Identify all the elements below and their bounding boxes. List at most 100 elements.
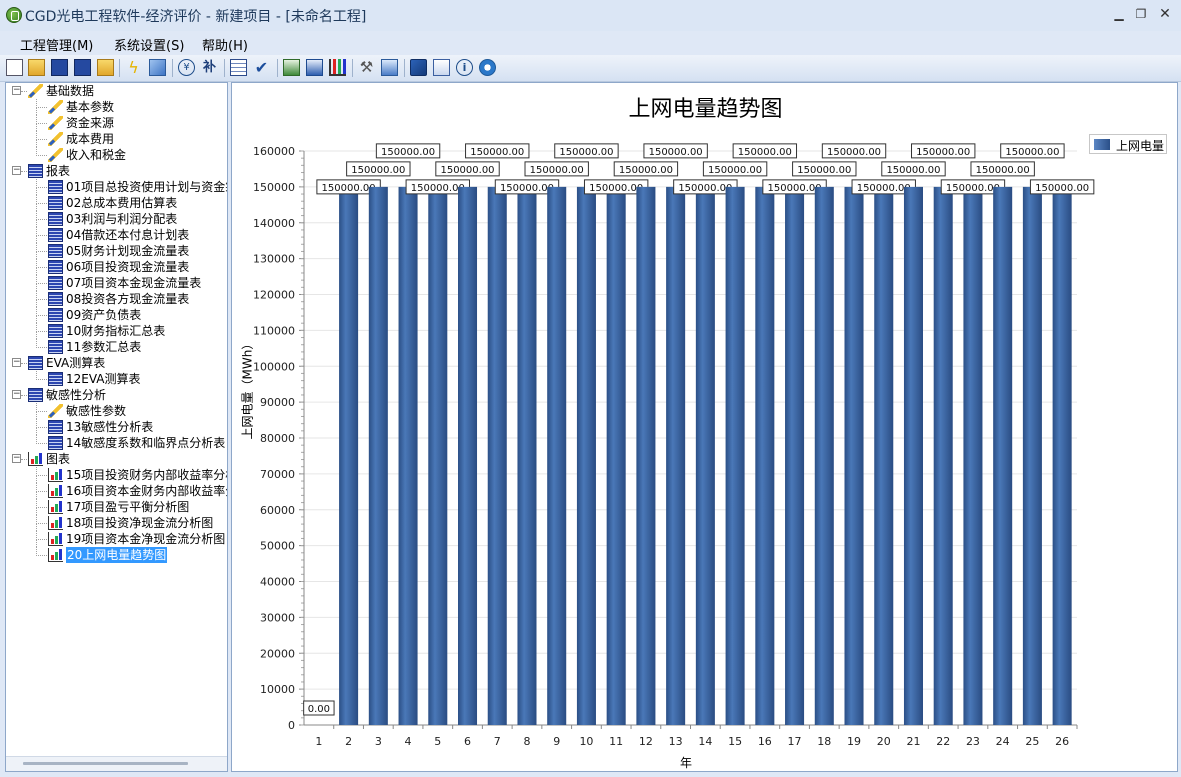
tree-connector (36, 315, 37, 323)
save-icon[interactable] (51, 59, 68, 76)
tree-connector (21, 395, 27, 396)
currency-icon[interactable]: ¥ (178, 59, 195, 76)
close-icon[interactable]: ✕ (1155, 5, 1175, 23)
menu-system-settings[interactable]: 系统设置(S) (114, 35, 184, 54)
tree-connector (21, 171, 27, 172)
tree-item-label: 16项目资本金财务内部收益率分 (66, 484, 228, 498)
y-tick-label: 20000 (260, 647, 295, 660)
x-tick-label: 26 (1055, 735, 1069, 748)
excel-export-icon[interactable] (283, 59, 300, 76)
tree-item[interactable]: 01项目总投资使用计划与资金筹 (6, 179, 227, 195)
data-label: 150000.00 (411, 183, 465, 194)
tree-item[interactable]: 05财务计划现金流量表 (6, 243, 227, 259)
horizontal-scrollbar[interactable] (6, 756, 227, 771)
clipboard-icon[interactable] (381, 59, 398, 76)
tree-item[interactable]: 02总成本费用估算表 (6, 195, 227, 211)
tree-connector (36, 299, 47, 300)
calculate-lightning-icon[interactable]: ϟ (125, 59, 142, 76)
data-label: 0.00 (308, 704, 330, 715)
tree-item[interactable]: 基本参数 (6, 99, 227, 115)
x-tick-label: 10 (579, 735, 593, 748)
new-file-icon[interactable] (6, 59, 23, 76)
tree-group-item[interactable]: − 图表 (6, 451, 227, 467)
bar-chart-icon (48, 532, 63, 546)
tree-item[interactable]: 11参数汇总表 (6, 339, 227, 355)
tree-item[interactable]: 09资产负债表 (6, 307, 227, 323)
copy-icon[interactable] (433, 59, 450, 76)
tree-connector (36, 123, 37, 131)
collapse-toggle-icon[interactable]: − (12, 166, 21, 175)
tree-item[interactable]: 04借款还本付息计划表 (6, 227, 227, 243)
tree-connector (36, 219, 47, 220)
tree-item[interactable]: 03利润与利润分配表 (6, 211, 227, 227)
pencil-icon (48, 132, 63, 146)
tree-connector (36, 107, 37, 115)
x-tick-label: 9 (553, 735, 560, 748)
info-icon[interactable]: i (456, 59, 473, 76)
tree-connector (36, 235, 47, 236)
y-tick-label: 30000 (260, 611, 295, 624)
tree-item[interactable]: 资金来源 (6, 115, 227, 131)
collapse-toggle-icon[interactable]: − (12, 454, 21, 463)
tree-connector (36, 443, 47, 444)
data-label: 150000.00 (440, 165, 494, 176)
supplement-icon[interactable]: 补 (201, 59, 218, 76)
menu-help[interactable]: 帮助(H) (202, 35, 248, 54)
tree-item[interactable]: 18项目投资净现金流分析图 (6, 515, 227, 531)
tree-item[interactable]: 19项目资本金净现金流分析图 (6, 531, 227, 547)
tree-group-item[interactable]: − EVA测算表 (6, 355, 227, 371)
tree-item[interactable]: 敏感性参数 (6, 403, 227, 419)
collapse-toggle-icon[interactable]: − (12, 390, 21, 399)
tree-item[interactable]: 17项目盈亏平衡分析图 (6, 499, 227, 515)
menu-project-management[interactable]: 工程管理(M) (20, 35, 93, 54)
bar-chart-icon[interactable] (329, 59, 346, 76)
check-icon[interactable]: ✔ (253, 59, 270, 76)
save-as-icon[interactable] (74, 59, 91, 76)
bar (636, 186, 656, 725)
tree-item[interactable]: 13敏感性分析表 (6, 419, 227, 435)
tree-item-label: 06项目投资现金流量表 (66, 260, 190, 274)
tree-connector (36, 139, 47, 140)
collapse-toggle-icon[interactable]: − (12, 86, 21, 95)
data-label: 150000.00 (322, 183, 376, 194)
tree-item-label: 敏感性分析 (46, 388, 107, 402)
tools-icon[interactable]: ⚒ (358, 59, 375, 76)
calendar-icon[interactable] (230, 59, 247, 76)
tree-item[interactable]: 08投资各方现金流量表 (6, 291, 227, 307)
export-folder-icon[interactable] (97, 59, 114, 76)
tree-group-item[interactable]: − 报表 (6, 163, 227, 179)
word-export-icon[interactable] (306, 59, 323, 76)
tree-connector (36, 507, 47, 508)
tree-connector (36, 411, 37, 419)
restore-icon[interactable]: ❐ (1131, 5, 1151, 23)
tree-item[interactable]: 14敏感度系数和临界点分析表 (6, 435, 227, 451)
tree-group-item[interactable]: − 敏感性分析 (6, 387, 227, 403)
tree-item[interactable]: 12EVA测算表 (6, 371, 227, 387)
tree-connector (36, 331, 47, 332)
bar (814, 186, 834, 725)
scrollbar-thumb[interactable] (23, 762, 188, 765)
tree-item[interactable]: 20上网电量趋势图 (6, 547, 227, 563)
trend-chart-icon[interactable] (149, 59, 166, 76)
refresh-icon[interactable] (479, 59, 496, 76)
tree-connector (36, 523, 37, 531)
collapse-toggle-icon[interactable]: − (12, 358, 21, 367)
tree-item-label: 13敏感性分析表 (66, 420, 154, 434)
tree-item[interactable]: 06项目投资现金流量表 (6, 259, 227, 275)
tree-item[interactable]: 15项目投资财务内部收益率分析 (6, 467, 227, 483)
tree-item[interactable]: 16项目资本金财务内部收益率分 (6, 483, 227, 499)
navigation-tree[interactable]: − 基础数据 基本参数 资金来源 成本费用 收入和税金 − 报表 01项目总投资使用计划与资金筹… (5, 82, 228, 772)
open-folder-icon[interactable] (28, 59, 45, 76)
book-icon[interactable] (410, 59, 427, 76)
tree-connector (36, 107, 47, 108)
tree-item[interactable]: 收入和税金 (6, 147, 227, 163)
tree-item[interactable]: 成本费用 (6, 131, 227, 147)
x-tick-label: 11 (609, 735, 623, 748)
tree-item[interactable]: 10财务指标汇总表 (6, 323, 227, 339)
tree-item[interactable]: 07项目资本金现金流量表 (6, 275, 227, 291)
tree-connector (36, 267, 37, 275)
minimize-icon[interactable]: ▁ (1109, 5, 1129, 23)
data-label: 150000.00 (768, 183, 822, 194)
tree-connector (36, 267, 47, 268)
tree-group-item[interactable]: − 基础数据 (6, 83, 227, 99)
